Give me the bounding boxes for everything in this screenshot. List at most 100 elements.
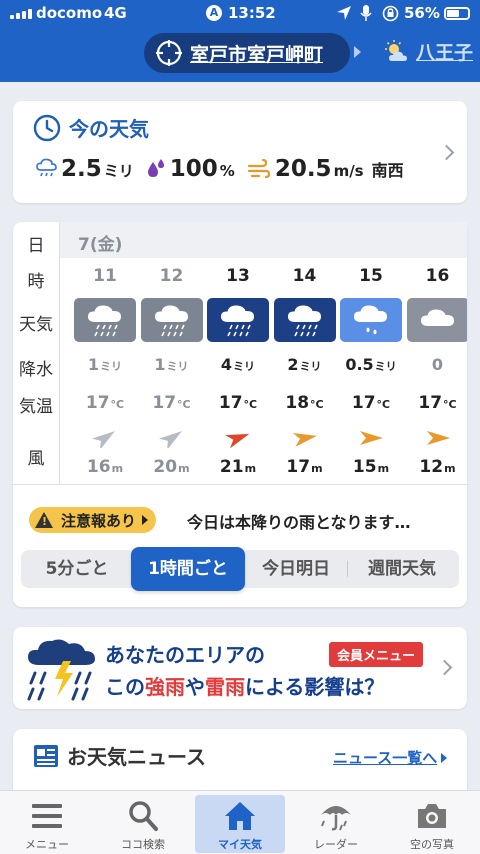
wind-speed: 21m	[219, 457, 257, 477]
news-list-link[interactable]: ニュース一覧へ	[333, 747, 447, 768]
forecast-column-13: 13 4ミリ 17°C 21m	[205, 258, 271, 484]
location-service-icon: A	[206, 5, 222, 21]
humidity-value: 100	[169, 156, 218, 182]
rain-amount: 4ミリ	[220, 355, 256, 374]
forecast-column-15: 15 0.5ミリ 17°C 15m	[338, 258, 404, 484]
label-wind: 風	[27, 449, 45, 469]
location-header: 室戸市室戸岬町 八王子	[0, 28, 480, 82]
location-arrow-icon	[337, 6, 351, 20]
clock: A 13:52	[206, 4, 276, 22]
hour-label: 13	[226, 266, 250, 286]
wind-speed-value: 20	[153, 457, 178, 477]
current-weather-card[interactable]: 今の天気 2.5 ミリ 100 % 20.5 m/s 南西	[13, 101, 467, 203]
member-banner[interactable]: あなたのエリアの 会員メニュー この強雨や雷雨による影響は？	[13, 627, 467, 709]
temperature: 17°C	[218, 393, 258, 413]
tab-separator	[347, 561, 348, 577]
warning-icon: !	[35, 512, 53, 528]
status-bar: docomo 4G A 13:52 56%	[0, 0, 480, 28]
caret-right-icon	[142, 515, 149, 525]
wind-speed: 20m	[153, 457, 190, 477]
warning-message[interactable]: 今日は本降りの雨となります…	[187, 509, 411, 533]
rain-amount: 1ミリ	[87, 355, 123, 374]
wind-direction-arrow-icon	[424, 428, 452, 448]
tab-my-weather[interactable]: マイ天気	[195, 795, 285, 853]
temp-value: 17	[218, 393, 243, 413]
thunderstorm-icon	[27, 639, 95, 701]
temp-value: 17	[85, 393, 110, 413]
label-hour: 時	[27, 272, 45, 292]
forecast-column-11: 11 1ミリ 17°C 16m	[72, 258, 138, 484]
temp-value: 17	[152, 393, 177, 413]
warning-badge[interactable]: ! 注意報あり	[29, 507, 157, 533]
clock-icon	[33, 114, 61, 141]
wind-direction-arrow-icon	[158, 428, 186, 451]
date-label: 7(金)	[78, 235, 123, 255]
cloud-icon	[420, 309, 454, 326]
tab-5min[interactable]: 5分ごと	[25, 550, 129, 588]
weather-cell	[273, 298, 336, 342]
next-location-link[interactable]: 八王子	[384, 38, 473, 65]
tab-sky-photos[interactable]: 空の写真	[387, 795, 477, 853]
temp-value: 18	[285, 393, 310, 413]
wind-direction-arrow-icon	[91, 428, 119, 451]
rain-amount: 0.5ミリ	[345, 355, 397, 374]
next-arrow-icon[interactable]	[354, 46, 361, 58]
hour-label: 14	[292, 266, 317, 286]
banner-headline-2: この強雨や雷雨による影響は？	[105, 675, 385, 699]
temp-value: 17	[351, 393, 376, 413]
forecast-grid[interactable]: 7(金) 11 1ミリ 17°C 16m 12 1ミリ 17°C 20m 13 4ミリ 17°C 21…	[59, 222, 467, 484]
wind-direction-arrow-icon	[357, 428, 385, 448]
banner-headline-1: あなたのエリアの	[105, 643, 265, 667]
temperature: 17°C	[418, 393, 457, 413]
label-rain: 降水	[19, 360, 53, 380]
wind-speed-value: 21	[219, 457, 244, 477]
orientation-lock-icon	[382, 5, 399, 22]
rain-value: 0.5	[345, 355, 374, 374]
weather-cell	[140, 298, 203, 342]
location-name: 室戸市室戸岬町	[190, 43, 324, 66]
temp-value: 17	[418, 393, 443, 413]
current-location-pill[interactable]: 室戸市室戸岬町	[144, 33, 350, 73]
tab-today-tomorrow[interactable]: 今日明日	[247, 550, 345, 588]
wind-speed: 15m	[352, 457, 390, 477]
tab-hourly[interactable]: 1時間ごと	[131, 547, 245, 591]
rain-amount: 1ミリ	[154, 355, 189, 374]
wind-direction: 南西	[371, 161, 404, 180]
hourly-forecast-card: 日 時 天気 降水 気温 風 7(金) 11 1ミリ 17°C 16m 12 1ミリ 17°…	[13, 222, 467, 607]
wind-unit: m/s	[333, 162, 364, 180]
forecast-row-labels: 日 時 天気 降水 気温 風	[13, 222, 59, 484]
tab-radar[interactable]: レーダー	[291, 795, 381, 853]
weather-cell	[207, 298, 269, 342]
hour-label: 11	[93, 266, 117, 286]
rain-icon	[36, 158, 57, 177]
rain-cloud-icon	[88, 305, 121, 337]
wind-speed-value: 17	[286, 457, 311, 477]
wind-speed-value: 12	[419, 457, 444, 477]
weather-cell	[340, 298, 402, 342]
temperature: 17°C	[85, 393, 125, 413]
rain-value: 1	[154, 355, 166, 374]
radar-umbrella-icon	[321, 806, 351, 831]
current-weather-values: 2.5 ミリ 100 % 20.5 m/s 南西	[35, 156, 416, 182]
wind-speed: 16m	[86, 457, 124, 477]
wind-speed-value: 15	[352, 457, 377, 477]
crosshair-icon	[156, 40, 182, 66]
chevron-right-icon	[438, 144, 455, 161]
humidity-unit: %	[219, 162, 235, 180]
tab-menu[interactable]: メニュー	[2, 795, 92, 853]
label-weather: 天気	[19, 315, 53, 335]
rain-amount: 0	[405, 355, 468, 374]
weather-cell	[74, 298, 136, 342]
precip-unit: ミリ	[103, 162, 134, 180]
rain-cloud-icon	[287, 305, 321, 337]
wind-value: 20.5	[274, 156, 332, 182]
tab-weekly[interactable]: 週間天気	[349, 550, 455, 588]
tab-search[interactable]: ココ検索	[98, 795, 188, 853]
rain-cloud-icon	[221, 305, 254, 337]
rain-value: 4	[220, 355, 233, 374]
wind-direction-arrow-icon	[291, 428, 319, 448]
date-bar: 7(金)	[60, 222, 467, 258]
rain-value: 1	[87, 355, 100, 374]
member-menu-badge: 会員メニュー	[329, 642, 424, 667]
label-day: 日	[27, 236, 45, 256]
